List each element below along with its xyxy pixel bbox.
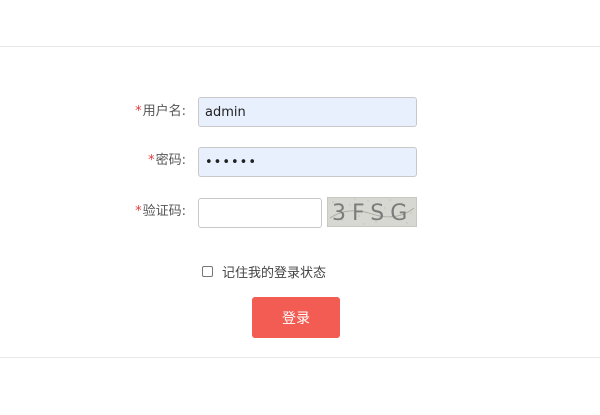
username-label-text: 用户名: bbox=[142, 104, 186, 119]
remember-me[interactable]: 记住我的登录状态 bbox=[202, 263, 327, 281]
remember-checkbox[interactable] bbox=[202, 265, 213, 277]
username-label: *用户名: bbox=[135, 104, 186, 120]
required-mark: * bbox=[148, 153, 155, 168]
password-input[interactable] bbox=[198, 147, 417, 177]
login-button[interactable]: 登录 bbox=[252, 297, 340, 338]
bottom-divider bbox=[0, 357, 600, 358]
captcha-input[interactable] bbox=[198, 198, 322, 228]
captcha-image[interactable]: 3FSG bbox=[327, 197, 417, 227]
username-input[interactable] bbox=[198, 97, 417, 127]
password-label: *密码: bbox=[148, 153, 186, 169]
required-mark: * bbox=[135, 204, 142, 219]
required-mark: * bbox=[135, 104, 142, 119]
captcha-noise: 3FSG bbox=[329, 198, 415, 226]
remember-label: 记住我的登录状态 bbox=[222, 265, 327, 281]
captcha-text: 3FSG bbox=[332, 201, 413, 226]
captcha-label: *验证码: bbox=[135, 204, 186, 220]
captcha-label-text: 验证码: bbox=[142, 204, 186, 219]
top-divider bbox=[0, 46, 600, 47]
password-label-text: 密码: bbox=[155, 153, 186, 168]
